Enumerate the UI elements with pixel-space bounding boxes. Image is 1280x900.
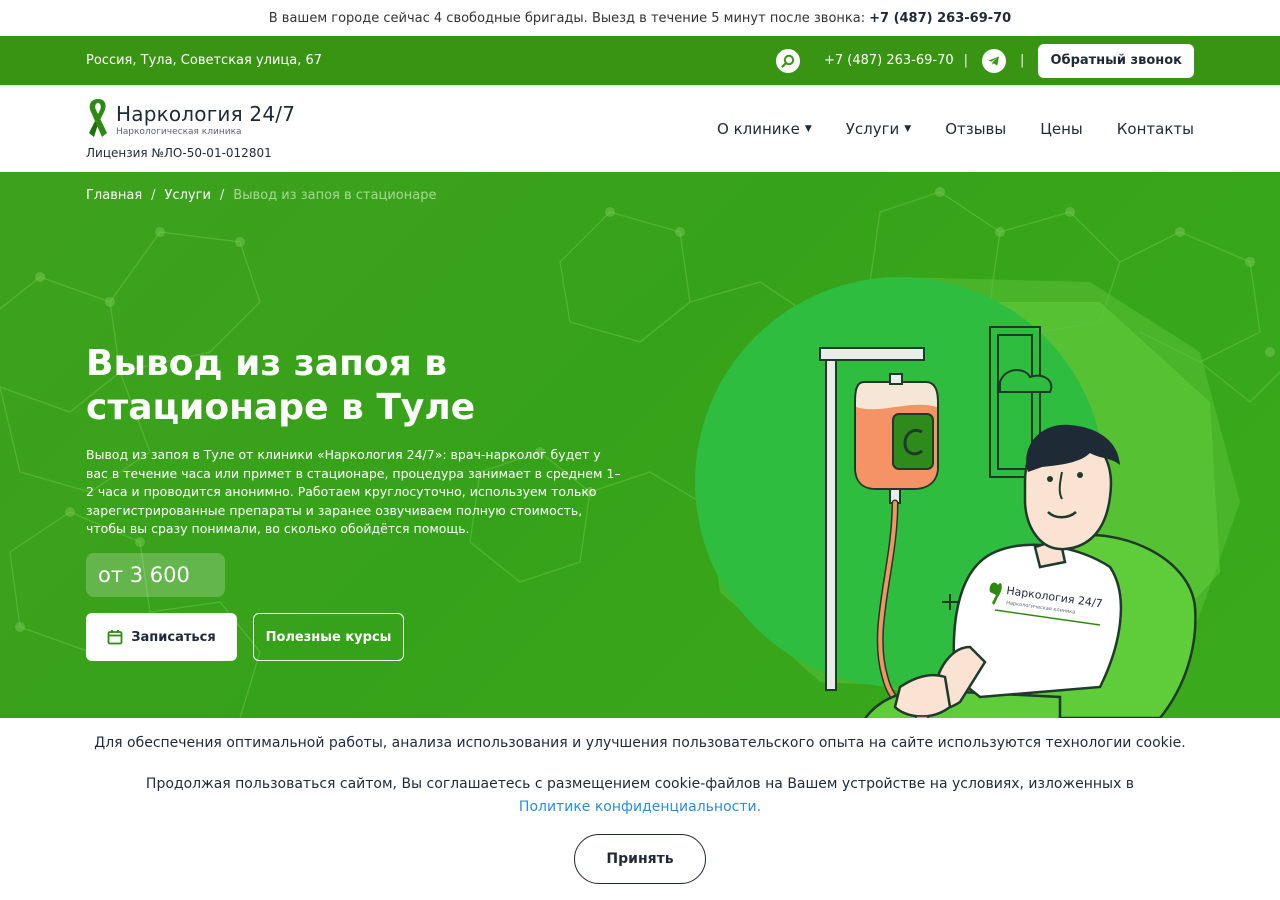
ribbon-logo-icon (89, 99, 107, 137)
logo-name: Наркология 24/7 (116, 101, 296, 126)
page-title: Вывод из запоя в стационаре в Туле (86, 343, 476, 428)
calendar-icon (107, 630, 123, 645)
cookie-consent-line: Продолжая пользоваться сайтом, Вы соглаш… (145, 776, 1135, 792)
announcement-text: В вашем городе сейчас 4 свободные бригад… (268, 10, 866, 26)
divider: | (963, 53, 969, 68)
chevron-down-icon: ▼ (904, 123, 912, 134)
hero-section: Главная / Услуги / Вывод из запоя в стац… (0, 172, 1280, 718)
patient-iv-illustration: Наркология 24/7 Наркологическая клиника (695, 277, 1197, 718)
courses-button[interactable]: Полезные курсы (253, 613, 404, 661)
contact-bar: Россия, Тула, Советская улица, 67 +7 (48… (0, 36, 1280, 85)
breadcrumb-home[interactable]: Главная (86, 188, 142, 203)
announcement-bar: В вашем городе сейчас 4 свободные бригад… (0, 0, 1280, 36)
nav-reviews[interactable]: Отзывы (945, 120, 1006, 138)
search-icon[interactable] (775, 48, 800, 73)
cookie-text: Для обеспечения оптимальной работы, анал… (94, 735, 1186, 751)
hero-description: Вывод из запоя в Туле от клиники «Наркол… (86, 447, 621, 536)
nav-services[interactable]: Услуги ▼ (846, 120, 911, 138)
breadcrumb-services[interactable]: Услуги (165, 188, 211, 203)
header-phone[interactable]: +7 (487) 263-69-70 (824, 53, 954, 68)
breadcrumb-separator: / (219, 188, 225, 203)
book-button[interactable]: Записаться (86, 613, 237, 661)
price-badge: от 3 600 (86, 553, 225, 597)
telegram-icon[interactable] (982, 48, 1007, 73)
main-nav: О клинике ▼ Услуги ▼ Отзывы Цены Контакты (683, 120, 1194, 138)
accept-cookies-button[interactable]: Принять (574, 834, 706, 884)
breadcrumb-current: Вывод из запоя в стационаре (233, 188, 437, 203)
divider: | (1020, 53, 1025, 68)
breadcrumb-separator: / (151, 188, 156, 203)
cookie-consent-text: Продолжая пользоваться сайтом, Вы соглаш… (110, 773, 1170, 819)
breadcrumb: Главная / Услуги / Вывод из запоя в стац… (86, 188, 436, 203)
nav-prices[interactable]: Цены (1040, 120, 1083, 138)
privacy-policy-link[interactable]: Политике конфиденциальности. (519, 799, 761, 815)
announcement-phone[interactable]: +7 (487) 263-69-70 (869, 11, 1011, 26)
nav-about[interactable]: О клинике ▼ (717, 120, 812, 138)
nav-contacts[interactable]: Контакты (1117, 120, 1194, 138)
site-header: Наркология 24/7 Наркологическая клиника … (0, 85, 1280, 172)
callback-button[interactable]: Обратный звонок (1038, 43, 1194, 78)
book-button-label: Записаться (131, 629, 216, 645)
logo-subtitle: Наркологическая клиника (116, 126, 242, 137)
logo[interactable]: Наркология 24/7 Наркологическая клиника … (86, 97, 295, 160)
license-number: Лицензия №ЛО-50-01-012801 (86, 146, 272, 160)
cookie-banner: Для обеспечения оптимальной работы, анал… (0, 718, 1280, 900)
address: Россия, Тула, Советская улица, 67 (86, 53, 323, 68)
chevron-down-icon: ▼ (804, 123, 812, 134)
